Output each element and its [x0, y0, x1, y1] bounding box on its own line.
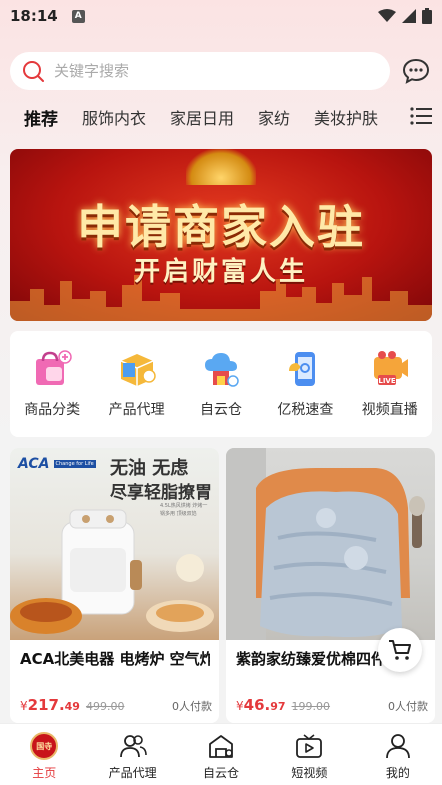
category-label: 产品代理	[108, 402, 165, 418]
paid-count: 0人付款	[388, 700, 428, 713]
price-decimal: 97	[270, 700, 286, 713]
category-item-tax-lookup[interactable]: 亿税速查	[266, 349, 344, 419]
price-symbol: ¥	[20, 699, 28, 713]
tv-play-icon	[295, 732, 323, 760]
category-label: 自云仓	[199, 402, 242, 418]
category-label: 视频直播	[361, 402, 418, 418]
nav-mine[interactable]: 我的	[354, 724, 442, 785]
nav-short-video[interactable]: 短视频	[265, 724, 353, 785]
nav-product-agent[interactable]: 产品代理	[88, 724, 176, 785]
user-icon	[384, 732, 412, 760]
gold-coins-decoration	[186, 149, 256, 185]
air-fryer-illustration	[10, 509, 214, 634]
tab-recommend[interactable]: 推荐	[24, 105, 58, 130]
nav-label: 产品代理	[108, 766, 157, 780]
price-integer: 217.	[27, 696, 65, 714]
svg-text:LIVE: LIVE	[378, 377, 395, 385]
product-card-air-fryer[interactable]: ACA Change for Life 无油 无虑 尽享轻脂撩胃 4.5L热风烘…	[10, 448, 219, 723]
product-image-bedding	[226, 448, 435, 640]
floating-cart-button[interactable]	[378, 628, 422, 672]
message-icon[interactable]	[402, 57, 430, 85]
category-item-product-agent[interactable]: 产品代理	[98, 349, 176, 419]
original-price: 199.00	[291, 700, 331, 713]
status-bar: 18:14 A	[0, 0, 442, 32]
tab-household[interactable]: 家居日用	[170, 105, 234, 129]
home-logo-text: 国寺	[30, 732, 59, 760]
box-agent-icon	[120, 354, 156, 386]
cart-icon	[389, 640, 411, 660]
menu-list-icon[interactable]	[410, 106, 432, 126]
category-item-cloud-warehouse[interactable]: 自云仓	[182, 349, 260, 419]
nav-home[interactable]: 国寺 主页	[0, 724, 88, 785]
blanket-chair-illustration	[226, 448, 425, 640]
search-input[interactable]	[54, 62, 354, 80]
category-label: 商品分类	[24, 402, 81, 418]
banner-subtitle: 开启财富人生	[133, 257, 308, 287]
product-card-bedding[interactable]: 紫韵家纺臻爱优棉四件套 ¥ 46. 97 199.00 0人付款	[226, 448, 435, 723]
status-icons	[378, 8, 432, 24]
bottom-nav: 国寺 主页 产品代理 自云仓 短视频 我的	[0, 723, 442, 785]
nav-label: 自云仓	[203, 766, 240, 780]
price-symbol: ¥	[236, 699, 244, 713]
price-row: ¥ 46. 97 199.00 0人付款	[236, 696, 428, 714]
shopping-bag-icon	[36, 350, 72, 385]
tab-beauty[interactable]: 美妆护肤	[314, 105, 378, 129]
nav-label: 短视频	[291, 766, 328, 780]
users-icon	[119, 732, 147, 760]
price-integer: 46.	[243, 696, 271, 714]
status-time: 18:14	[10, 7, 58, 25]
tab-textiles[interactable]: 家纺	[258, 105, 290, 129]
category-item-live-video[interactable]: LIVE 视频直播	[351, 349, 429, 419]
merchant-banner[interactable]: 申请商家入驻 开启财富人生	[10, 149, 432, 321]
category-label: 亿税速查	[277, 402, 334, 418]
tab-list: 推荐 服饰内衣 家居日用 家纺 美妆护肤	[0, 105, 400, 130]
tax-lookup-icon	[289, 352, 316, 386]
banner-title: 申请商家入驻	[77, 200, 365, 254]
signal-icon	[402, 9, 416, 23]
nav-label: 我的	[385, 766, 410, 780]
home-logo-icon: 国寺	[30, 732, 59, 760]
paid-count: 0人付款	[172, 700, 212, 713]
battery-icon	[422, 8, 432, 24]
search-row	[10, 52, 432, 90]
price-row: ¥ 217. 49 499.00 0人付款	[20, 696, 212, 714]
category-grid: 商品分类 产品代理 自云仓 亿税速查 LIVE 视频直播	[10, 331, 432, 437]
tab-apparel[interactable]: 服饰内衣	[82, 105, 146, 129]
warehouse-icon	[207, 732, 235, 760]
notification-icon: A	[71, 9, 85, 23]
nav-cloud-warehouse[interactable]: 自云仓	[177, 724, 265, 785]
price-decimal: 49	[64, 700, 80, 713]
original-price: 499.00	[85, 700, 125, 713]
category-tabs: 推荐 服饰内衣 家居日用 家纺 美妆护肤	[0, 100, 442, 134]
category-item-product-category[interactable]: 商品分类	[13, 349, 91, 419]
wifi-icon	[378, 9, 396, 22]
search-icon	[23, 61, 44, 82]
cloud-warehouse-icon	[204, 353, 239, 387]
search-box[interactable]	[10, 52, 390, 90]
product-image-air-fryer: ACA Change for Life 无油 无虑 尽享轻脂撩胃 4.5L热风烘…	[10, 448, 219, 640]
product-title: ACA北美电器 电烤炉 空气炸锅	[20, 650, 210, 668]
live-video-icon: LIVE	[373, 351, 408, 385]
nav-label: 主页	[32, 766, 57, 780]
